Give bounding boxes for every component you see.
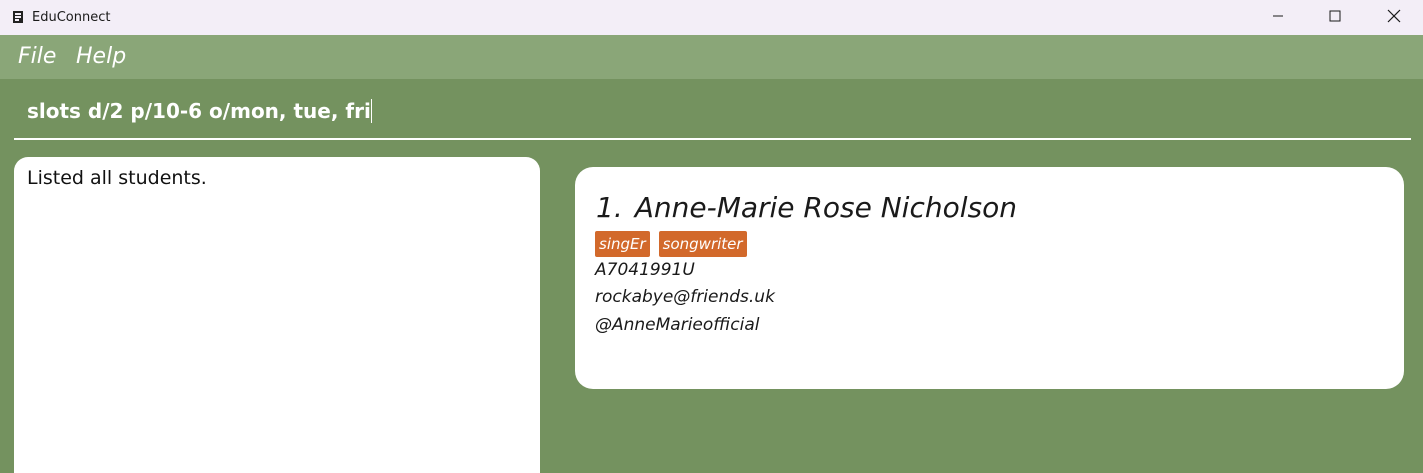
app-icon	[12, 10, 24, 24]
app-window: EduConnect File Help slots d/2 p/10-6 o/…	[0, 0, 1423, 473]
command-text: slots d/2 p/10-6 o/mon, tue, fri	[27, 99, 372, 123]
command-input[interactable]: slots d/2 p/10-6 o/mon, tue, fri	[14, 90, 1411, 140]
close-icon	[1387, 9, 1401, 23]
text-caret	[370, 99, 372, 123]
maximize-button[interactable]	[1312, 0, 1358, 32]
student-telegram: @AnneMarieofficial	[595, 315, 760, 335]
menu-bar: File Help	[0, 35, 1423, 79]
student-index: 1.	[596, 191, 623, 224]
window-title: EduConnect	[32, 10, 111, 25]
maximize-icon	[1329, 10, 1341, 22]
result-message: Listed all students.	[27, 167, 207, 189]
student-tags: singEr songwriter	[595, 231, 747, 257]
title-bar[interactable]: EduConnect	[0, 0, 1423, 35]
student-email: rockabye@friends.uk	[595, 287, 775, 307]
student-card[interactable]: 1. Anne-Marie Rose Nicholson singEr songw…	[575, 167, 1404, 389]
student-tag: songwriter	[658, 231, 747, 257]
student-id: A7041991U	[595, 260, 695, 280]
result-display[interactable]: Listed all students.	[14, 157, 540, 473]
student-name-row: 1. Anne-Marie Rose Nicholson	[596, 191, 1017, 224]
menu-file[interactable]: File	[18, 35, 56, 79]
student-name: Anne-Marie Rose Nicholson	[634, 191, 1017, 224]
minimize-button[interactable]	[1255, 0, 1301, 32]
command-value: slots d/2 p/10-6 o/mon, tue, fri	[27, 99, 371, 123]
menu-help[interactable]: Help	[76, 35, 126, 79]
student-tag: singEr	[595, 231, 650, 257]
close-button[interactable]	[1371, 0, 1417, 32]
minimize-icon	[1273, 15, 1283, 17]
